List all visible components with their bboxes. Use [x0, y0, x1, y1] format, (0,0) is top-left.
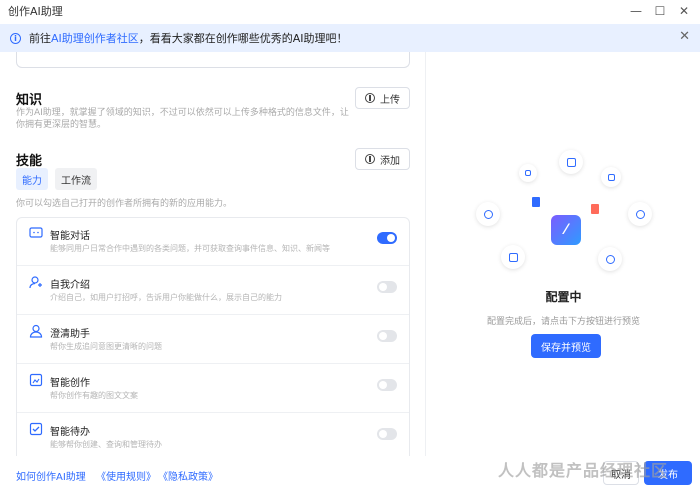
privacy-policy-link[interactable]: 《隐私政策》	[158, 468, 218, 483]
chat-icon	[29, 227, 43, 238]
knowledge-desc: 作为AI助理，就掌握了领域的知识，不过可以依然可以上传多种格式的信息文件，让你拥…	[16, 108, 349, 130]
skills-desc: 你可以勾选自己打开的创作者所拥有的新的应用能力。	[16, 199, 233, 209]
skill-item-intro[interactable]: 自我介绍 介绍自己，如用户打招呼，告诉用户你能做什么，展示自己的能力	[17, 267, 409, 315]
upload-icon	[365, 93, 375, 103]
preview-panel: ⁄ 配置中 配置完成后，请点击下方按钮进行预览 保存并预览	[425, 52, 700, 456]
add-skill-button[interactable]: 添加	[355, 148, 410, 170]
assistant-icon	[29, 324, 43, 338]
add-label: 添加	[380, 155, 400, 167]
config-panel: 知识 作为AI助理，就掌握了领域的知识，不过可以依然可以上传多种格式的信息文件，…	[0, 52, 425, 456]
file-red-icon	[591, 204, 599, 214]
tab-ability[interactable]: 能力	[16, 168, 48, 190]
upload-label: 上传	[380, 94, 400, 106]
todo-icon	[29, 422, 43, 436]
skill-item-chat[interactable]: 智能对话 能够同用户日常合作中遇到的各类问题，并可获取查询事件信息、知识、新闻等	[17, 218, 409, 266]
add-icon	[365, 154, 375, 164]
save-preview-button[interactable]: 保存并预览	[531, 334, 601, 358]
how-to-create-link[interactable]: 如何创作AI助理	[16, 468, 86, 483]
skill-toggle[interactable]	[377, 330, 397, 342]
title-bar: 创作AI助理 — ☐ ✕	[0, 0, 700, 22]
skill-toggle[interactable]	[377, 379, 397, 391]
tab-workflow[interactable]: 工作流	[55, 168, 97, 190]
skill-name: 智能对话	[50, 231, 90, 242]
close-icon[interactable]: ✕	[674, 1, 694, 21]
watermark: 人人都是产品经理社区	[498, 461, 669, 480]
preview-desc: 配置完成后，请点击下方按钮进行预览	[486, 317, 640, 327]
user-intro-icon	[29, 276, 42, 289]
prompt-input[interactable]	[16, 52, 410, 68]
info-icon: i	[10, 32, 21, 44]
skill-desc: 能够同用户日常合作中遇到的各类问题，并可获取查询事件信息、知识、新闻等	[50, 244, 330, 253]
skill-item-create[interactable]: 智能创作 帮你创作有趣的图文文案	[17, 365, 409, 413]
skill-toggle[interactable]	[377, 281, 397, 293]
file-blue-icon	[532, 197, 540, 207]
preview-title: 配置中	[545, 290, 582, 304]
notice-text: 前往AI助理创作者社区，看看大家都在创作哪些优秀的AI助理吧！	[29, 32, 348, 45]
skill-name: 自我介绍	[50, 280, 90, 291]
skills-title: 技能	[16, 154, 43, 169]
skill-toggle[interactable]	[377, 428, 397, 440]
spark-icon	[519, 164, 537, 182]
knowledge-title: 知识	[16, 93, 43, 108]
skill-list: 智能对话 能够同用户日常合作中遇到的各类问题，并可获取查询事件信息、知识、新闻等…	[16, 217, 410, 456]
skill-name: 澄清助手	[50, 329, 90, 340]
skill-name: 智能待办	[50, 427, 90, 438]
circle-slash-icon	[628, 202, 652, 226]
notice-close-icon[interactable]: ✕	[679, 29, 690, 44]
skill-item-clarify[interactable]: 澄清助手 帮你生成追问意图更清晰的问题	[17, 316, 409, 364]
skill-desc: 能够帮你创建、查询和管理待办	[50, 440, 162, 449]
community-link[interactable]: AI助理创作者社区	[51, 32, 139, 45]
minimize-icon[interactable]: —	[626, 1, 646, 21]
create-icon	[29, 373, 43, 387]
window-title: 创作AI助理	[8, 5, 63, 18]
link-icon	[598, 247, 622, 271]
usage-rules-link[interactable]: 《使用规则》	[96, 468, 156, 483]
aperture-icon	[476, 202, 500, 226]
skill-name: 智能创作	[50, 378, 90, 389]
notice-bar: i 前往AI助理创作者社区，看看大家都在创作哪些优秀的AI助理吧！ ✕	[0, 24, 700, 52]
grid-icon	[601, 167, 621, 187]
skill-desc: 介绍自己，如用户打招呼，告诉用户你能做什么，展示自己的能力	[50, 293, 282, 302]
skill-desc: 帮你生成追问意图更清晰的问题	[50, 342, 162, 351]
ai-logo-icon: ⁄	[551, 215, 581, 245]
checkbox-icon	[501, 245, 525, 269]
skill-toggle[interactable]	[377, 232, 397, 244]
maximize-icon[interactable]: ☐	[650, 1, 670, 21]
skill-desc: 帮你创作有趣的图文文案	[50, 391, 138, 400]
skill-item-todo[interactable]: 智能待办 能够帮你创建、查询和管理待办	[17, 414, 409, 456]
document-icon	[559, 150, 583, 174]
upload-button[interactable]: 上传	[355, 87, 410, 109]
